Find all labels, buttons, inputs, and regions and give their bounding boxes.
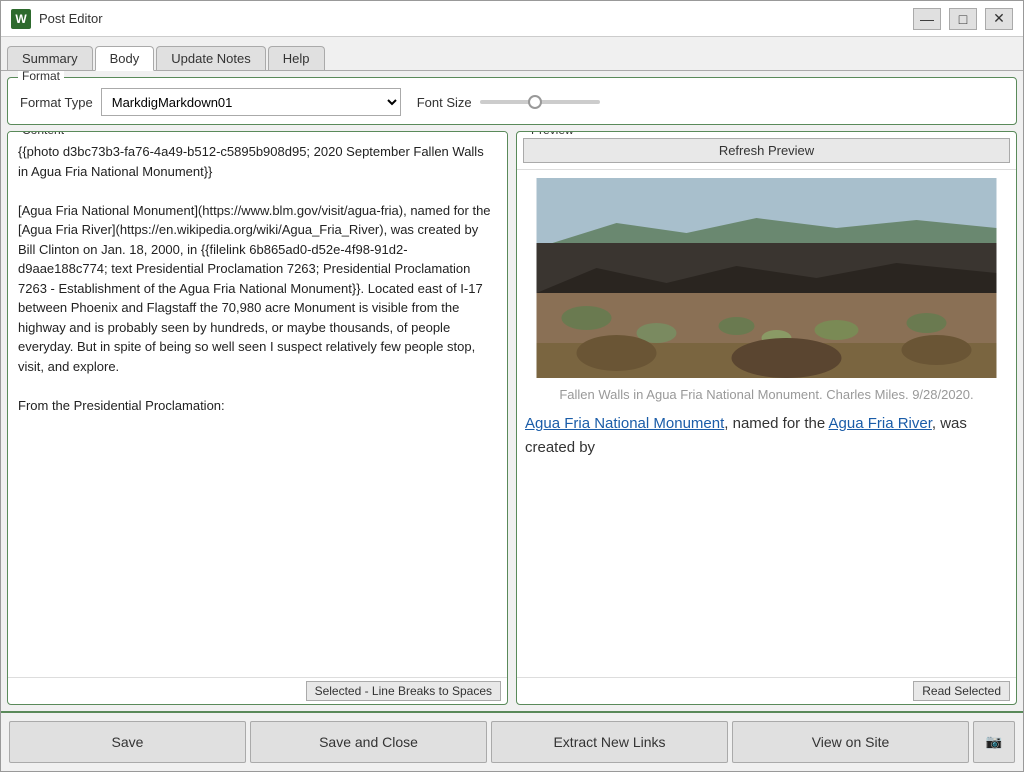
tab-bar: Summary Body Update Notes Help: [1, 37, 1023, 71]
content-panel-label: Content: [18, 131, 68, 137]
font-size-slider[interactable]: [480, 100, 600, 104]
format-section-label: Format: [18, 71, 64, 83]
preview-content: Fallen Walls in Agua Fria National Monum…: [517, 170, 1016, 677]
extract-links-button[interactable]: Extract New Links: [491, 721, 728, 763]
preview-link-river[interactable]: Agua Fria River: [829, 415, 932, 432]
camera-icon: 📷: [986, 734, 1003, 750]
camera-button[interactable]: 📷: [973, 721, 1015, 763]
tab-summary[interactable]: Summary: [7, 46, 93, 70]
app-icon: W: [11, 9, 31, 29]
main-window: W Post Editor — □ ✕ Summary Body Update …: [0, 0, 1024, 772]
font-size-slider-container: [480, 100, 600, 104]
minimize-button[interactable]: —: [913, 8, 941, 30]
window-controls: — □ ✕: [913, 8, 1013, 30]
tab-body[interactable]: Body: [95, 46, 155, 71]
preview-text: Agua Fria National Monument, named for t…: [525, 412, 1008, 460]
slider-thumb[interactable]: [528, 95, 542, 109]
save-close-button[interactable]: Save and Close: [250, 721, 487, 763]
format-type-field: Format Type MarkdigMarkdown01: [20, 88, 401, 116]
title-bar: W Post Editor — □ ✕: [1, 1, 1023, 37]
preview-link-monument[interactable]: Agua Fria National Monument: [525, 415, 724, 432]
preview-footer: Read Selected: [517, 677, 1016, 704]
preview-image: [525, 178, 1008, 378]
bottom-bar: Save Save and Close Extract New Links Vi…: [1, 711, 1023, 771]
read-selected-button[interactable]: Read Selected: [913, 681, 1010, 701]
content-footer: Selected - Line Breaks to Spaces: [8, 677, 507, 704]
maximize-button[interactable]: □: [949, 8, 977, 30]
preview-panel-label: Preview: [527, 131, 578, 137]
format-type-select[interactable]: MarkdigMarkdown01: [101, 88, 401, 116]
preview-caption: Fallen Walls in Agua Fria National Monum…: [525, 378, 1008, 412]
landscape-svg: [525, 178, 1008, 378]
panels: Content {{photo d3bc73b3-fa76-4a49-b512-…: [7, 131, 1017, 705]
preview-header: Refresh Preview: [517, 132, 1016, 170]
refresh-preview-button[interactable]: Refresh Preview: [523, 138, 1010, 163]
preview-text-middle: , named for the: [724, 415, 828, 432]
font-size-field: Font Size: [417, 95, 600, 110]
save-button[interactable]: Save: [9, 721, 246, 763]
format-row: Format Type MarkdigMarkdown01 Font Size: [20, 88, 1004, 116]
content-panel: Content {{photo d3bc73b3-fa76-4a49-b512-…: [7, 131, 508, 705]
tab-update-notes[interactable]: Update Notes: [156, 46, 266, 70]
window-title: Post Editor: [39, 11, 913, 26]
main-content: Format Format Type MarkdigMarkdown01 Fon…: [1, 71, 1023, 711]
close-button[interactable]: ✕: [985, 8, 1013, 30]
font-size-label: Font Size: [417, 95, 472, 110]
view-on-site-button[interactable]: View on Site: [732, 721, 969, 763]
format-type-label: Format Type: [20, 95, 93, 110]
format-section: Format Format Type MarkdigMarkdown01 Fon…: [7, 77, 1017, 125]
content-textarea[interactable]: {{photo d3bc73b3-fa76-4a49-b512-c5895b90…: [8, 132, 507, 677]
preview-panel: Preview Refresh Preview: [516, 131, 1017, 705]
line-breaks-to-spaces-button[interactable]: Selected - Line Breaks to Spaces: [306, 681, 501, 701]
tab-help[interactable]: Help: [268, 46, 325, 70]
